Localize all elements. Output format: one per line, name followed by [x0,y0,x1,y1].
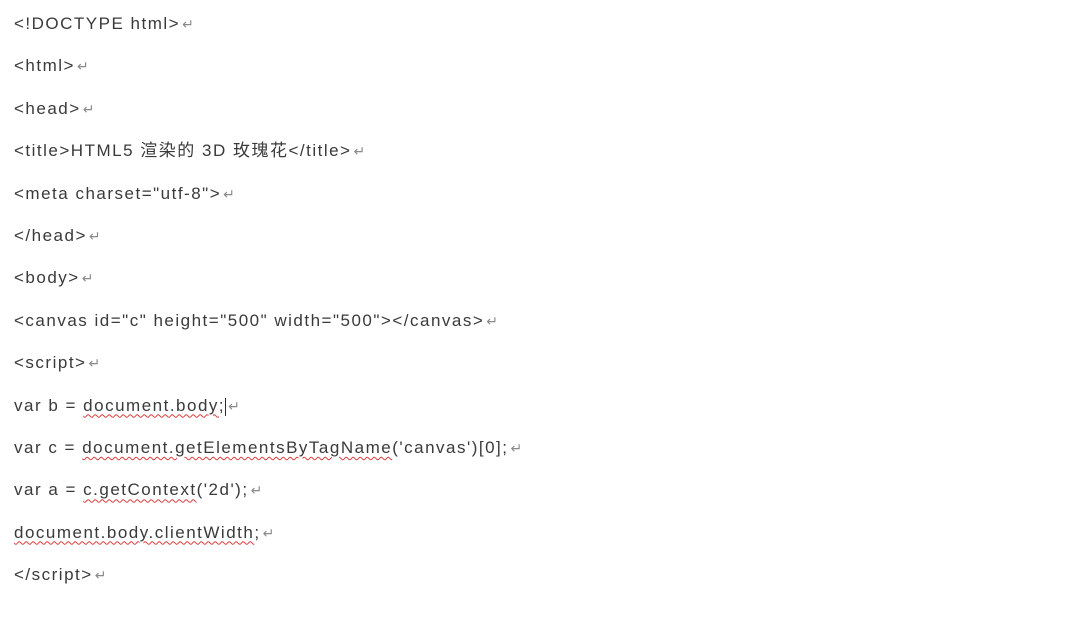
pilcrow-icon: ↵ [228,398,240,414]
code-line[interactable]: <html>↵ [14,56,1060,76]
code-text: <head> [14,99,81,118]
code-line[interactable]: <meta charset="utf-8">↵ [14,184,1060,204]
code-text: ('2d'); [197,480,249,499]
code-text: var b = [14,396,83,415]
code-text: </script> [14,565,93,584]
code-text: <title>HTML5 渲染的 3D 玫瑰花</title> [14,141,351,160]
spellcheck-squiggle: c.getContext [83,480,196,499]
code-line[interactable]: </script>↵ [14,565,1060,585]
pilcrow-icon: ↵ [511,440,523,456]
pilcrow-icon: ↵ [223,186,235,202]
pilcrow-icon: ↵ [95,567,107,583]
spellcheck-squiggle: document.body.clientWidth [14,523,254,542]
pilcrow-icon: ↵ [88,355,100,371]
code-line[interactable]: <body>↵ [14,268,1060,288]
code-text: ; [254,523,260,542]
code-line[interactable]: <title>HTML5 渲染的 3D 玫瑰花</title>↵ [14,141,1060,161]
code-text: <html> [14,56,75,75]
pilcrow-icon: ↵ [486,313,498,329]
pilcrow-icon: ↵ [353,143,365,159]
code-text: var a = [14,480,83,499]
code-text: ('canvas')[0]; [392,438,508,457]
text-cursor [225,398,226,416]
code-text: </head> [14,226,87,245]
code-line[interactable]: <canvas id="c" height="500" width="500">… [14,311,1060,331]
code-line[interactable]: </head>↵ [14,226,1060,246]
code-text: <body> [14,268,80,287]
pilcrow-icon: ↵ [89,228,101,244]
code-line[interactable]: <!DOCTYPE html>↵ [14,14,1060,34]
pilcrow-icon: ↵ [182,16,194,32]
spellcheck-squiggle: document.body [83,396,219,415]
code-line[interactable]: var a = c.getContext('2d');↵ [14,480,1060,500]
code-line[interactable]: <head>↵ [14,99,1060,119]
pilcrow-icon: ↵ [77,58,89,74]
code-line[interactable]: var c = document.getElementsByTagName('c… [14,438,1060,458]
code-text: <script> [14,353,86,372]
pilcrow-icon: ↵ [82,270,94,286]
pilcrow-icon: ↵ [263,525,275,541]
code-text: var c = [14,438,82,457]
pilcrow-icon: ↵ [251,482,263,498]
code-text: <canvas id="c" height="500" width="500">… [14,311,484,330]
code-line[interactable]: var b = document.body;↵ [14,396,1060,416]
spellcheck-squiggle: document.getElementsByTagName [82,438,392,457]
code-line[interactable]: document.body.clientWidth;↵ [14,523,1060,543]
pilcrow-icon: ↵ [83,101,95,117]
code-text: <meta charset="utf-8"> [14,184,221,203]
code-line[interactable]: <script>↵ [14,353,1060,373]
code-text: <!DOCTYPE html> [14,14,180,33]
